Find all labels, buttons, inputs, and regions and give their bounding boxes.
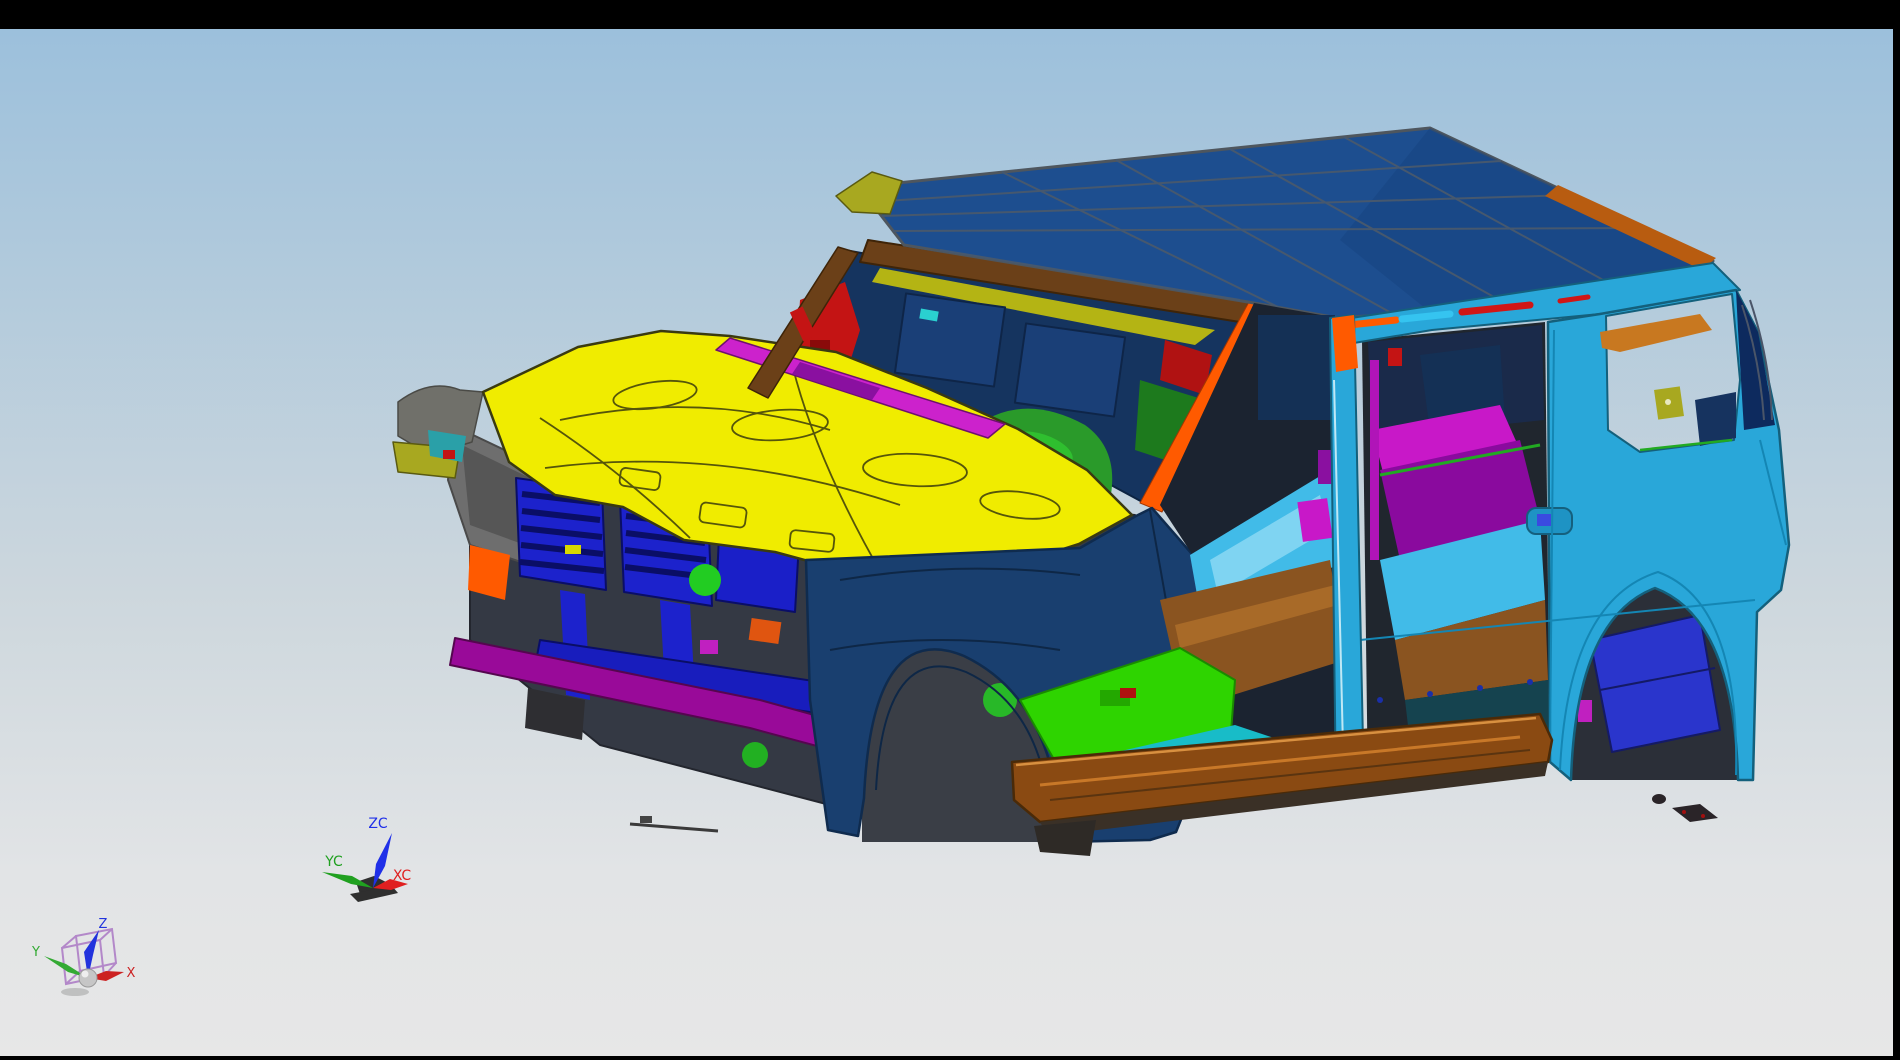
cad-application-window: ZC YC XC Z Y X bbox=[0, 0, 1900, 1060]
wcs-z-label[interactable]: ZC bbox=[368, 816, 388, 832]
rear-inner-panel-blue[interactable] bbox=[1590, 615, 1720, 752]
sphere-highlight bbox=[82, 971, 89, 978]
triad-origin-sphere[interactable] bbox=[79, 969, 97, 987]
view-x-label[interactable]: X bbox=[127, 966, 136, 981]
wcs-x-label[interactable]: XC bbox=[393, 868, 412, 884]
small-red-speck bbox=[1682, 810, 1686, 814]
orange-engine-bit[interactable] bbox=[749, 618, 782, 644]
inner-panel-1 bbox=[895, 293, 1005, 386]
wcs-y-label[interactable]: YC bbox=[324, 854, 343, 870]
graphics-window[interactable]: ZC YC XC Z Y X bbox=[0, 0, 1900, 1060]
small-red-speck-2 bbox=[1701, 814, 1705, 818]
far-side-panel bbox=[1258, 315, 1335, 420]
yellow-bit bbox=[565, 545, 581, 554]
seat-magenta-bit[interactable] bbox=[1297, 498, 1332, 542]
small-part-dot[interactable] bbox=[1652, 794, 1666, 804]
right-frame-bar bbox=[1893, 0, 1900, 1060]
top-frame-bar bbox=[0, 0, 1900, 29]
bracket-hole bbox=[1665, 399, 1671, 405]
green-component-2[interactable] bbox=[742, 742, 768, 768]
floor-red-bit bbox=[1120, 688, 1136, 698]
triad-shadow bbox=[61, 988, 89, 996]
green-component[interactable] bbox=[689, 564, 721, 596]
inner-panel-2 bbox=[1015, 323, 1125, 416]
view-z-label[interactable]: Z bbox=[99, 917, 108, 932]
lower-bracket bbox=[640, 816, 652, 823]
quarter-window-sill-navy bbox=[1695, 392, 1736, 446]
bottom-frame-bar bbox=[0, 1056, 1900, 1060]
door-latch bbox=[1537, 514, 1551, 526]
magenta-bit[interactable] bbox=[700, 640, 718, 654]
b-pillar-orange-top[interactable] bbox=[1332, 315, 1358, 372]
view-y-label[interactable]: Y bbox=[31, 945, 40, 960]
red-part[interactable] bbox=[443, 450, 455, 459]
rocker-front-skid bbox=[1034, 820, 1096, 856]
